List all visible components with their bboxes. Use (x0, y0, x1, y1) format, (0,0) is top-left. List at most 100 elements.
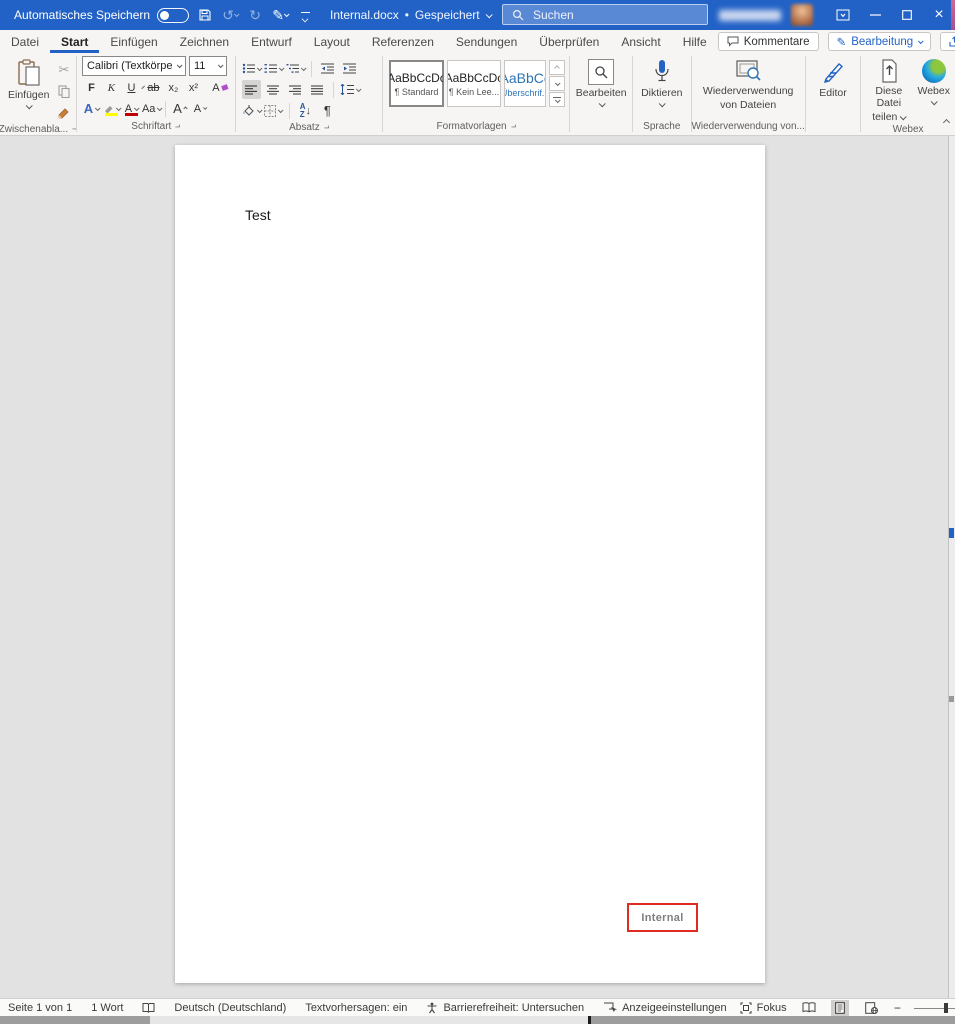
styles-gallery-more-icon[interactable] (549, 92, 565, 107)
document-body-text[interactable]: Test (245, 207, 271, 223)
cut-icon[interactable]: ✂ (54, 60, 73, 79)
group-label-language: Sprache (643, 121, 680, 132)
zoom-slider[interactable] (914, 1001, 955, 1015)
bullet-list-button[interactable] (242, 59, 261, 78)
tab-zeichnen[interactable]: Zeichnen (169, 30, 240, 53)
borders-button[interactable] (264, 101, 283, 120)
redo-icon[interactable]: ↻ (246, 3, 264, 27)
grow-font-button[interactable]: A (170, 99, 189, 118)
paste-button[interactable]: Einfügen (3, 56, 54, 123)
sort-button[interactable]: AZ ↓ (296, 101, 315, 120)
line-spacing-button[interactable] (340, 80, 360, 99)
autosave-label: Automatisches Speichern (14, 8, 150, 22)
read-mode-icon[interactable] (800, 1000, 818, 1016)
display-settings-button[interactable]: Anzeigeeinstellungen (603, 1002, 727, 1014)
show-paragraph-marks-button[interactable]: ¶ (318, 101, 337, 120)
format-painter-icon[interactable] (54, 104, 73, 123)
font-color-button[interactable]: A (122, 99, 141, 118)
page-count[interactable]: Seite 1 von 1 (8, 1002, 72, 1014)
ribbon-display-options-icon[interactable] (827, 0, 859, 30)
customize-quick-access-icon[interactable] (296, 3, 314, 27)
language-status[interactable]: Deutsch (Deutschland) (174, 1002, 286, 1014)
clear-formatting-button[interactable]: A (211, 78, 230, 97)
bold-button[interactable]: F (82, 78, 101, 97)
align-center-button[interactable] (264, 80, 283, 99)
web-layout-icon[interactable] (862, 1000, 880, 1016)
tab-ueberpruefen[interactable]: Überprüfen (528, 30, 610, 53)
justify-button[interactable] (308, 80, 327, 99)
comments-button[interactable]: Kommentare (718, 32, 819, 51)
style-heading1[interactable]: AaBbCc Überschrif... (504, 60, 546, 107)
maximize-button[interactable] (891, 0, 923, 30)
paragraph-dialog-launcher-icon[interactable]: ⌐ (324, 123, 329, 133)
align-left-button[interactable] (242, 80, 261, 99)
accessibility-icon (426, 1002, 438, 1014)
autosave-toggle[interactable] (157, 8, 189, 23)
accessibility-status[interactable]: Barrierefreiheit: Untersuchen (426, 1002, 584, 1014)
word-count[interactable]: 1 Wort (91, 1002, 123, 1014)
save-icon[interactable] (196, 3, 214, 27)
shrink-font-button[interactable]: A (190, 99, 209, 118)
font-dialog-launcher-icon[interactable]: ⌐ (175, 122, 180, 132)
tab-entwurf[interactable]: Entwurf (240, 30, 303, 53)
webex-logo-icon (922, 59, 946, 83)
clipboard-dialog-launcher-icon[interactable]: ⌐ (72, 124, 76, 134)
styles-scroll-down-icon[interactable] (549, 76, 565, 91)
font-name-select[interactable]: Calibri (Textkörper) (82, 56, 186, 76)
share-button[interactable]: Freigeben (940, 32, 955, 51)
undo-icon[interactable]: ↺ (221, 3, 239, 27)
group-label-font: Schriftart (131, 121, 171, 132)
increase-indent-button[interactable] (340, 59, 359, 78)
collapse-ribbon-icon[interactable] (944, 112, 949, 130)
highlight-color-button[interactable] (102, 99, 121, 118)
tab-layout[interactable]: Layout (303, 30, 361, 53)
text-effects-button[interactable]: A (82, 99, 101, 118)
styles-scroll-up-icon[interactable] (549, 60, 565, 75)
zoom-out-button[interactable]: − (894, 1001, 901, 1015)
change-case-button[interactable]: Aa (142, 99, 161, 118)
tab-hilfe[interactable]: Hilfe (672, 30, 718, 53)
minimize-button[interactable] (859, 0, 891, 30)
decrease-indent-button[interactable] (318, 59, 337, 78)
group-label-styles: Formatvorlagen (437, 121, 507, 132)
search-box[interactable]: Suchen (502, 4, 708, 25)
subscript-button[interactable]: x₂ (164, 78, 183, 97)
microphone-icon (654, 59, 670, 85)
proofing-icon[interactable] (142, 1002, 155, 1014)
copy-icon[interactable] (54, 82, 73, 101)
tab-sendungen[interactable]: Sendungen (445, 30, 528, 53)
tab-einfuegen[interactable]: Einfügen (99, 30, 168, 53)
dictate-button[interactable]: Diktieren (636, 56, 687, 118)
tab-ansicht[interactable]: Ansicht (610, 30, 671, 53)
align-right-button[interactable] (286, 80, 305, 99)
underline-button[interactable]: U (122, 78, 141, 97)
italic-button[interactable]: K (102, 78, 121, 97)
focus-button[interactable]: Fokus (740, 1002, 787, 1014)
numbered-list-button[interactable] (264, 59, 283, 78)
text-predictions-status[interactable]: Textvorhersagen: ein (305, 1002, 407, 1014)
styles-dialog-launcher-icon[interactable]: ⌐ (511, 122, 516, 132)
share-this-file-button[interactable]: Diese Datei teilen (864, 56, 913, 123)
style-standard[interactable]: AaBbCcDc ¶ Standard (389, 60, 443, 107)
avatar[interactable] (791, 4, 813, 26)
search-placeholder: Suchen (533, 8, 574, 22)
strikethrough-button[interactable]: ab (144, 78, 163, 97)
multilevel-list-button[interactable] (286, 59, 305, 78)
style-no-spacing[interactable]: AaBbCcDc ¶ Kein Lee... (447, 60, 501, 107)
tab-referenzen[interactable]: Referenzen (361, 30, 445, 53)
editing-mode-button[interactable]: ✎ Bearbeitung (828, 32, 932, 51)
editing-dropdown-button[interactable]: Bearbeiten (571, 56, 632, 118)
document-page[interactable]: Test Internal (175, 145, 765, 983)
print-layout-icon[interactable] (831, 1000, 849, 1016)
shading-button[interactable] (242, 101, 261, 120)
zoom-slider-handle[interactable] (944, 1003, 948, 1013)
editor-button[interactable]: Editor (814, 56, 851, 118)
reuse-files-button[interactable]: Wiederverwendung von Dateien (698, 56, 798, 118)
pen-mode-icon[interactable]: ✎ (271, 3, 289, 27)
font-size-select[interactable]: 11 (189, 56, 227, 76)
document-title[interactable]: Internal.docx • Gespeichert (330, 0, 491, 30)
tab-start[interactable]: Start (50, 30, 99, 53)
superscript-button[interactable]: x² (184, 78, 203, 97)
tab-datei[interactable]: Datei (0, 30, 50, 53)
document-canvas[interactable]: Test Internal (0, 136, 955, 998)
